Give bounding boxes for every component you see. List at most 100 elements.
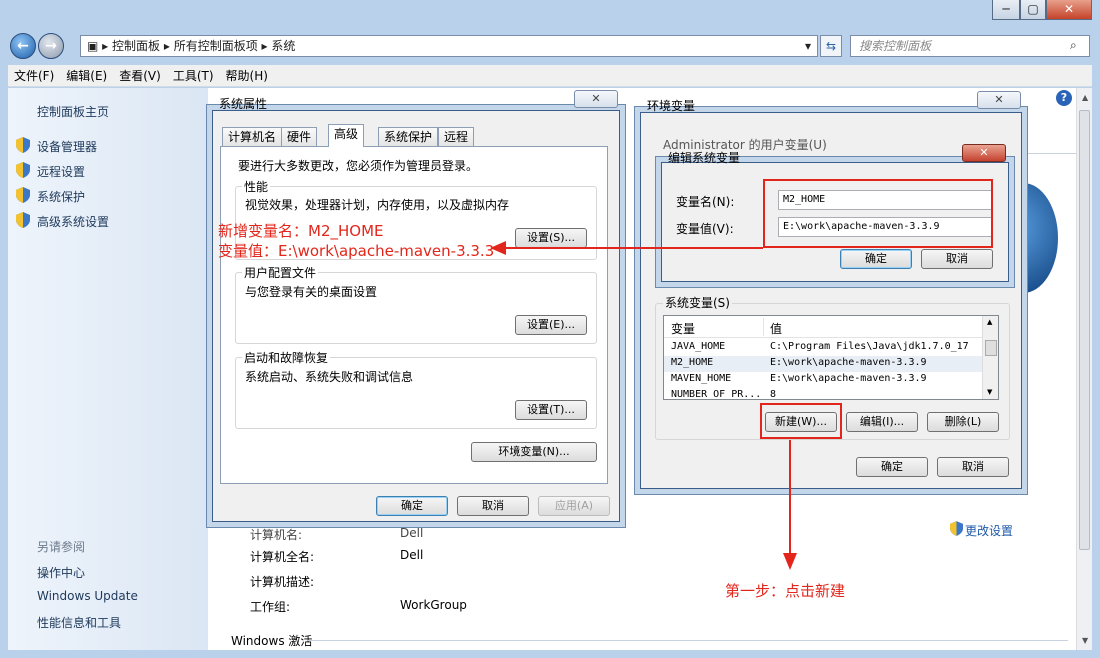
scroll-thumb[interactable] [1079,110,1090,550]
system-vars-table: 变量 值 JAVA_HOME C:\Program Files\Java\jdk1… [663,315,999,400]
breadcrumb-system[interactable]: 系统 [271,39,295,53]
row-variable: MAVEN_HOME [671,373,732,384]
annotation-text: 第一步：点击新建 [725,582,846,600]
device-manager-link[interactable]: 设备管理器 [37,138,97,155]
startup-settings-button[interactable]: 设置(T)... [515,400,587,420]
tab-hardware[interactable]: 硬件 [281,127,318,146]
user-profile-title: 用户配置文件 [242,264,319,281]
menu-view[interactable]: 查看(V) [113,65,167,87]
change-settings-link[interactable]: 更改设置 [965,522,1013,539]
advanced-system-settings-link[interactable]: 高级系统设置 [37,213,109,230]
column-header-value[interactable]: 值 [770,320,782,337]
forward-arrow-icon[interactable]: → [38,33,64,59]
search-icon[interactable]: ⌕ [1070,38,1077,53]
delete-variable-button[interactable]: 删除(L) [927,412,999,432]
close-icon[interactable]: ✕ [574,90,618,108]
scroll-up-icon[interactable]: ▲ [987,318,992,326]
cancel-button[interactable]: 取消 [457,496,529,516]
cancel-button[interactable]: 取消 [937,457,1009,477]
table-row[interactable]: M2_HOME E:\work\apache-maven-3.3.9 [664,356,982,372]
refresh-icon[interactable]: ⇆ [820,35,842,57]
table-row[interactable]: MAVEN_HOME E:\work\apache-maven-3.3.9 [664,372,982,388]
environment-variables-button[interactable]: 环境变量(N)... [471,442,597,462]
dialog-title: 环境变量 [647,99,696,113]
table-scrollbar[interactable]: ▲ ▼ [982,316,998,399]
system-protection-link[interactable]: 系统保护 [37,188,85,205]
shield-icon [16,212,30,228]
table-row[interactable]: NUMBER_OF_PR... 8 [664,388,982,400]
divider [308,640,1068,641]
performance-settings-button[interactable]: 设置(S)... [515,228,587,248]
row-value: 8 [770,389,777,400]
action-center-link[interactable]: 操作中心 [37,564,85,581]
row-variable: M2_HOME [671,357,714,368]
search-input[interactable]: 搜索控制面板 [850,35,1090,57]
annotation-highlight-box [760,403,842,439]
menu-tools[interactable]: 工具(T) [167,65,220,87]
column-divider [763,318,764,336]
shield-icon [16,162,30,178]
close-icon[interactable]: ✕ [977,91,1021,109]
tab-computer-name[interactable]: 计算机名 [222,127,283,146]
menu-file[interactable]: 文件(F) [8,65,60,87]
full-name-value: Dell [400,548,424,562]
row-value: C:\Program Files\Java\jdk1.7.0_17 [770,341,969,352]
control-panel-home-link[interactable]: 控制面板主页 [37,103,109,120]
minimize-button[interactable]: ─ [992,0,1020,20]
variable-name-label: 变量名(N): [676,195,735,209]
startup-recovery-title: 启动和故障恢复 [242,349,331,366]
tab-system-protection[interactable]: 系统保护 [378,127,439,146]
tab-remote[interactable]: 远程 [438,127,475,146]
user-profile-settings-button[interactable]: 设置(E)... [515,315,587,335]
row-variable: JAVA_HOME [671,341,726,352]
menu-edit[interactable]: 编辑(E) [60,65,113,87]
row-value: E:\work\apache-maven-3.3.9 [770,373,927,384]
breadcrumb-separator-icon: ▸ [261,39,272,53]
user-profile-desc: 与您登录有关的桌面设置 [245,285,378,299]
see-also-heading: 另请参阅 [37,540,86,554]
windows-update-link[interactable]: Windows Update [37,589,138,603]
remote-settings-link[interactable]: 远程设置 [37,163,85,180]
address-bar[interactable]: ▣ ▸ 控制面板 ▸ 所有控制面板项 ▸ 系统 ▾ [80,35,818,57]
system-vars-heading: 系统变量(S) [663,294,732,311]
maximize-button[interactable]: ▢ [1020,0,1046,20]
help-icon[interactable]: ? [1056,90,1072,106]
ok-button[interactable]: 确定 [376,496,448,516]
scroll-down-icon[interactable]: ▼ [987,388,992,396]
apply-button[interactable]: 应用(A) [538,496,610,516]
windows-activation-heading: Windows 激活 [231,634,313,648]
full-name-label: 计算机全名: [250,550,315,564]
tab-advanced[interactable]: 高级 [328,124,365,147]
cancel-button[interactable]: 取消 [921,249,993,269]
close-icon[interactable]: ✕ [962,144,1006,162]
performance-info-link[interactable]: 性能信息和工具 [37,614,121,631]
dropdown-arrow-icon[interactable]: ▾ [805,36,811,56]
annotation-text: 变量值：E:\work\apache-maven-3.3.3 [218,242,495,260]
scroll-down-icon[interactable]: ▼ [1082,636,1088,645]
row-value: E:\work\apache-maven-3.3.9 [770,357,927,368]
main-scrollbar[interactable]: ▲ ▼ [1076,88,1092,650]
scroll-thumb[interactable] [985,340,997,356]
close-button[interactable]: ✕ [1046,0,1092,20]
startup-recovery-desc: 系统启动、系统失败和调试信息 [245,370,414,384]
table-header: 变量 值 [664,316,982,338]
menu-help[interactable]: 帮助(H) [220,65,274,87]
edit-variable-button[interactable]: 编辑(I)... [846,412,918,432]
scroll-up-icon[interactable]: ▲ [1082,93,1088,102]
performance-desc: 视觉效果，处理器计划，内存使用，以及虚拟内存 [245,198,510,212]
dialog-title: 编辑系统变量 [668,151,741,165]
breadcrumb-control-panel[interactable]: 控制面板 [112,39,160,53]
ok-button[interactable]: 确定 [856,457,928,477]
computer-icon: ▣ ▸ [87,39,109,53]
breadcrumb-separator-icon: ▸ [163,39,174,53]
admin-note: 要进行大多数更改，您必须作为管理员登录。 [238,159,479,173]
column-header-variable[interactable]: 变量 [671,320,695,337]
ok-button[interactable]: 确定 [840,249,912,269]
breadcrumb-all-items[interactable]: 所有控制面板项 [174,39,258,53]
annotation-highlight-box [763,179,993,248]
back-arrow-icon[interactable]: ← [10,33,36,59]
description-label: 计算机描述: [250,575,315,589]
computer-name-value: Dell [400,526,424,540]
table-row[interactable]: JAVA_HOME C:\Program Files\Java\jdk1.7.0_… [664,340,982,356]
menu-bar: 文件(F) 编辑(E) 查看(V) 工具(T) 帮助(H) [8,65,1092,87]
